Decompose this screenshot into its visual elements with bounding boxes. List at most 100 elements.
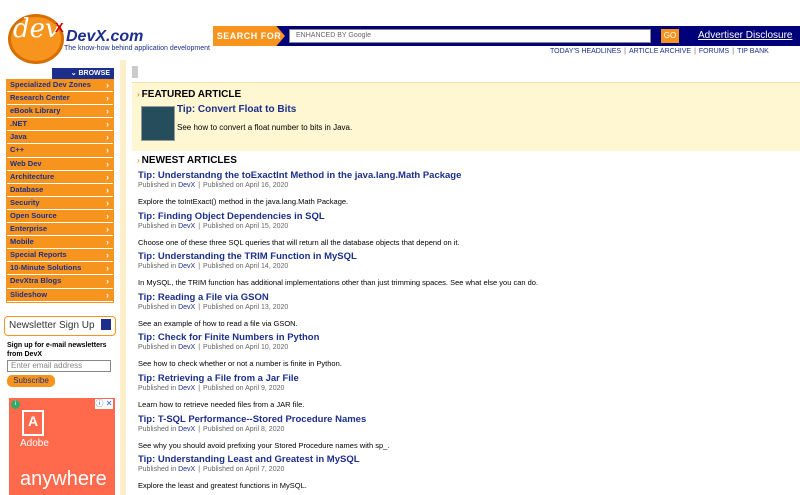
article-meta: Published in DevX | Published on April 13,…: [138, 303, 798, 312]
article-list: Tip: Understandng the toExactInt Method …: [138, 170, 798, 495]
article-date: Published on April 16, 2020: [203, 182, 289, 189]
article-date: Published on April 15, 2020: [203, 222, 289, 230]
sidebar-item-web-dev[interactable]: Web Dev: [7, 157, 113, 171]
subscribe-button[interactable]: Subscribe: [7, 375, 55, 387]
sidebar-item-specialized-dev-zones[interactable]: Specialized Dev Zones: [7, 79, 113, 93]
ad-tagline: anywhere: [20, 468, 107, 490]
published-in-label: Published in: [138, 182, 177, 189]
arrow-icon: ›: [137, 156, 140, 165]
article-title[interactable]: Tip: Finding Object Dependencies in SQL: [138, 211, 798, 222]
article-source-link[interactable]: DevX: [178, 385, 195, 392]
meta-separator: |: [198, 182, 201, 189]
sidebar-item-ebook-library[interactable]: eBook Library: [7, 105, 113, 119]
meta-separator: |: [198, 222, 201, 230]
article-title[interactable]: Tip: Check for Finite Numbers in Python: [138, 332, 798, 343]
list-item: Tip: Retrieving a File from a Jar File Pu…: [138, 373, 798, 414]
featured-thumbnail[interactable]: [141, 106, 175, 141]
article-description: In MySQL, the TRIM function has addition…: [138, 278, 539, 288]
list-item: Tip: Reading a File via GSON Published in…: [138, 292, 798, 333]
newsletter-icon: [101, 319, 111, 330]
sidebar: ⌄ BROWSE DEVX Specialized Dev ZonesResea…: [6, 68, 114, 303]
sidebar-item-10-minute-solutions[interactable]: 10-Minute Solutions: [7, 262, 113, 276]
article-title[interactable]: Tip: T-SQL Performance--Stored Procedure…: [138, 414, 798, 425]
article-title[interactable]: Tip: Understanding Least and Greatest in…: [138, 454, 798, 465]
search-input[interactable]: ENHANCED BY Google: [289, 29, 651, 43]
sidebar-item-net[interactable]: .NET: [7, 118, 113, 132]
list-item: Tip: Finding Object Dependencies in SQL P…: [138, 211, 798, 252]
logo-superscript: X: [55, 20, 64, 35]
article-source-link[interactable]: DevX: [178, 263, 195, 270]
email-field[interactable]: Enter email address: [7, 360, 111, 372]
go-button[interactable]: GO: [661, 29, 679, 43]
article-date: Published on April 10, 2020: [203, 344, 289, 352]
newsletter-description: Sign up for e-mail newsletters from DevX: [7, 342, 107, 358]
published-in-label: Published in: [138, 303, 177, 311]
featured-description: See how to convert a float number to bit…: [177, 123, 353, 132]
sidebar-item-c[interactable]: C++: [7, 144, 113, 158]
article-date: Published on April 8, 2020: [203, 425, 285, 433]
published-in-label: Published in: [138, 384, 177, 392]
link-forums[interactable]: FORUMS: [699, 48, 729, 55]
adobe-ad[interactable]: i ⓘ ✕ Adobe anywhere: [9, 398, 115, 495]
sidebar-item-mobile[interactable]: Mobile: [7, 236, 113, 250]
article-title[interactable]: Tip: Retrieving a File from a Jar File: [138, 373, 798, 384]
sidebar-item-database[interactable]: Database: [7, 183, 113, 197]
article-source-link[interactable]: DevX: [178, 344, 195, 351]
article-description: See an example of how to read a file via…: [138, 318, 298, 328]
top-nav-links: TODAY'S HEADLINES | ARTICLE ARCHIVE | FORUMS…: [550, 48, 769, 55]
ad-close-button[interactable]: ⓘ ✕: [95, 399, 113, 409]
article-source-link[interactable]: DevX: [178, 304, 195, 311]
list-item: Tip: Understanding the TRIM Function in …: [138, 251, 798, 292]
meta-separator: |: [198, 384, 201, 392]
article-date: Published on April 7, 2020: [203, 466, 285, 474]
article-meta: Published in DevX | Published on April 14,…: [138, 262, 798, 271]
sidebar-item-slideshow[interactable]: Slideshow: [7, 288, 113, 302]
article-meta: Published in DevX | Published on April 15,…: [138, 222, 798, 231]
article-date: Published on April 9, 2020: [203, 384, 285, 392]
list-item: Tip: Check for Finite Numbers in Python P…: [138, 332, 798, 373]
newsletter-box: Newsletter Sign Up Sign up for e-mail ne…: [4, 316, 116, 387]
article-title[interactable]: Tip: Reading a File via GSON: [138, 292, 798, 303]
arrow-icon: ›: [137, 90, 140, 99]
brand-name[interactable]: DevX.com: [66, 28, 143, 46]
newest-heading: › NEWEST ARTICLES: [137, 155, 237, 166]
ad-brand: Adobe: [20, 438, 49, 449]
article-date: Published on April 13, 2020: [203, 303, 289, 311]
article-description: Choose one of these three SQL queries th…: [138, 237, 460, 247]
sidebar-item-research-center[interactable]: Research Center: [7, 92, 113, 106]
link-tip-bank[interactable]: TIP BANK: [737, 48, 769, 55]
article-meta: Published in DevX | Published on April 7, …: [138, 465, 798, 474]
sidebar-item-architecture[interactable]: Architecture: [7, 170, 113, 184]
meta-separator: |: [198, 303, 201, 311]
browse-devx-header: ⌄ BROWSE DEVX: [52, 68, 114, 86]
article-description: Learn how to retrieve needed files from …: [138, 399, 305, 409]
link-article-archive[interactable]: ARTICLE ARCHIVE: [629, 48, 691, 55]
ad-info-icon[interactable]: i: [11, 400, 20, 409]
sidebar-item-special-reports[interactable]: Special Reports: [7, 249, 113, 263]
published-in-label: Published in: [138, 222, 177, 230]
advertiser-disclosure-link[interactable]: Advertiser Disclosure: [698, 30, 792, 41]
adobe-logo-icon: [22, 410, 44, 436]
article-title[interactable]: Tip: Understandng the toExactInt Method …: [138, 170, 798, 181]
article-meta: Published in DevX | Published on April 9, …: [138, 384, 798, 393]
sidebar-item-enterprise[interactable]: Enterprise: [7, 223, 113, 237]
article-source-link[interactable]: DevX: [178, 182, 195, 189]
sidebar-item-security[interactable]: Security: [7, 196, 113, 210]
sidebar-item-devxtra-blogs[interactable]: DevXtra Blogs: [7, 275, 113, 289]
article-source-link[interactable]: DevX: [178, 426, 195, 433]
link-todays-headlines[interactable]: TODAY'S HEADLINES: [550, 48, 621, 55]
article-meta: Published in DevX | Published on April 10,…: [138, 343, 798, 352]
featured-title[interactable]: Tip: Convert Float to Bits: [177, 104, 296, 115]
article-title[interactable]: Tip: Understanding the TRIM Function in …: [138, 251, 798, 262]
sidebar-item-open-source[interactable]: Open Source: [7, 209, 113, 224]
site-header: dev X DevX.com The know-how behind appli…: [0, 0, 800, 64]
list-item: Tip: Understandng the toExactInt Method …: [138, 170, 798, 211]
sidebar-item-java[interactable]: Java: [7, 131, 113, 145]
article-description: See why you should avoid prefixing your …: [138, 440, 390, 450]
meta-separator: |: [198, 425, 201, 433]
meta-separator: |: [198, 344, 201, 352]
article-source-link[interactable]: DevX: [178, 223, 195, 230]
chevron-down-icon: ⌄: [70, 70, 79, 77]
article-source-link[interactable]: DevX: [178, 466, 195, 473]
featured-article: › FEATURED ARTICLE Tip: Convert Float to …: [132, 82, 800, 151]
